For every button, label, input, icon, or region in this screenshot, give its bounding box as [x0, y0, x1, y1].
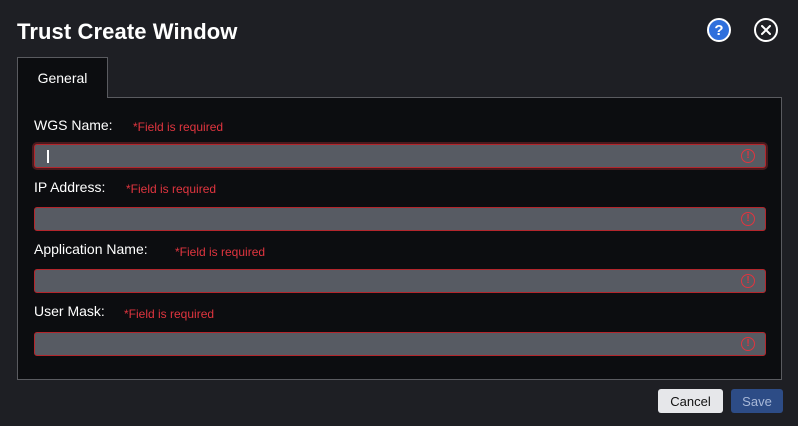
help-icon: ? — [714, 21, 724, 39]
ip-address-input[interactable]: ! — [34, 207, 766, 231]
ip-address-required-msg: *Field is required — [126, 182, 217, 196]
text-caret — [47, 150, 49, 163]
application-name-input[interactable]: ! — [34, 269, 766, 293]
help-button[interactable]: ? — [707, 18, 731, 42]
wgs-name-required-msg: *Field is required — [133, 120, 224, 134]
application-name-label: Application Name: — [34, 241, 148, 257]
user-mask-required-msg: *Field is required — [124, 307, 215, 321]
application-name-required-msg: *Field is required — [175, 245, 266, 259]
cancel-button[interactable]: Cancel — [658, 389, 723, 413]
error-icon: ! — [741, 212, 755, 226]
trust-create-dialog: Trust Create Window ? General WGS Name: … — [0, 0, 798, 426]
dialog-title: Trust Create Window — [17, 19, 238, 44]
user-mask-input[interactable]: ! — [34, 332, 766, 356]
user-mask-label: User Mask: — [34, 303, 105, 319]
close-icon — [761, 25, 771, 35]
tab-general-label: General — [37, 70, 88, 86]
close-button[interactable] — [754, 18, 778, 42]
tab-general[interactable]: General — [17, 57, 108, 98]
error-icon: ! — [741, 149, 755, 163]
save-button[interactable]: Save — [731, 389, 783, 413]
wgs-name-input[interactable]: ! — [34, 144, 766, 168]
ip-address-label: IP Address: — [34, 179, 106, 195]
wgs-name-label: WGS Name: — [34, 117, 113, 133]
error-icon: ! — [741, 337, 755, 351]
error-icon: ! — [741, 274, 755, 288]
